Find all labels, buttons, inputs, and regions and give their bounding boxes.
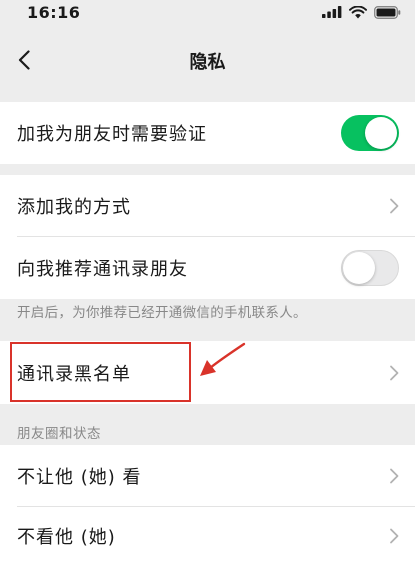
- dont-see-label: 不看他 (她): [17, 526, 116, 548]
- toggle-knob: [365, 117, 397, 149]
- recommend-contacts-label: 向我推荐通讯录朋友: [17, 259, 188, 280]
- signal-icon: [322, 6, 342, 18]
- section-header-moments: 朋友圈和状态: [17, 426, 101, 442]
- recommend-contacts-toggle[interactable]: [341, 250, 399, 286]
- blacklist-label: 通讯录黑名单: [17, 363, 131, 385]
- recommend-contacts-row: 向我推荐通讯录朋友: [0, 237, 415, 299]
- recommend-hint: 开启后，为你推荐已经开通微信的手机联系人。: [17, 305, 307, 321]
- status-icons: [322, 5, 401, 19]
- chevron-right-icon: [390, 365, 399, 380]
- battery-icon: [374, 5, 401, 19]
- chevron-right-icon: [390, 468, 399, 484]
- wifi-icon: [349, 5, 367, 18]
- privacy-screen: 16:16 隐私 加我为朋友时需要验证 添加我的方式 向我推荐通讯录朋友 开启后…: [0, 0, 415, 564]
- toggle-knob: [343, 251, 375, 284]
- verify-friend-label: 加我为朋友时需要验证: [17, 124, 207, 145]
- hide-from-label: 不让他 (她) 看: [17, 467, 142, 488]
- page-title: 隐私: [189, 52, 226, 73]
- nav-bar: 隐私: [0, 26, 415, 96]
- chevron-right-icon: [390, 528, 399, 543]
- verify-friend-toggle[interactable]: [341, 115, 399, 151]
- hide-from-row[interactable]: 不让他 (她) 看: [0, 445, 415, 507]
- chevron-right-icon: [390, 198, 399, 214]
- status-time: 16:16: [27, 3, 81, 22]
- blacklist-row[interactable]: 通讯录黑名单: [0, 341, 415, 404]
- add-me-methods-label: 添加我的方式: [17, 197, 131, 218]
- dont-see-row[interactable]: 不看他 (她): [0, 507, 415, 564]
- add-me-methods-row[interactable]: 添加我的方式: [0, 175, 415, 237]
- status-bar: 16:16: [0, 0, 415, 26]
- verify-friend-row: 加我为朋友时需要验证: [0, 102, 415, 164]
